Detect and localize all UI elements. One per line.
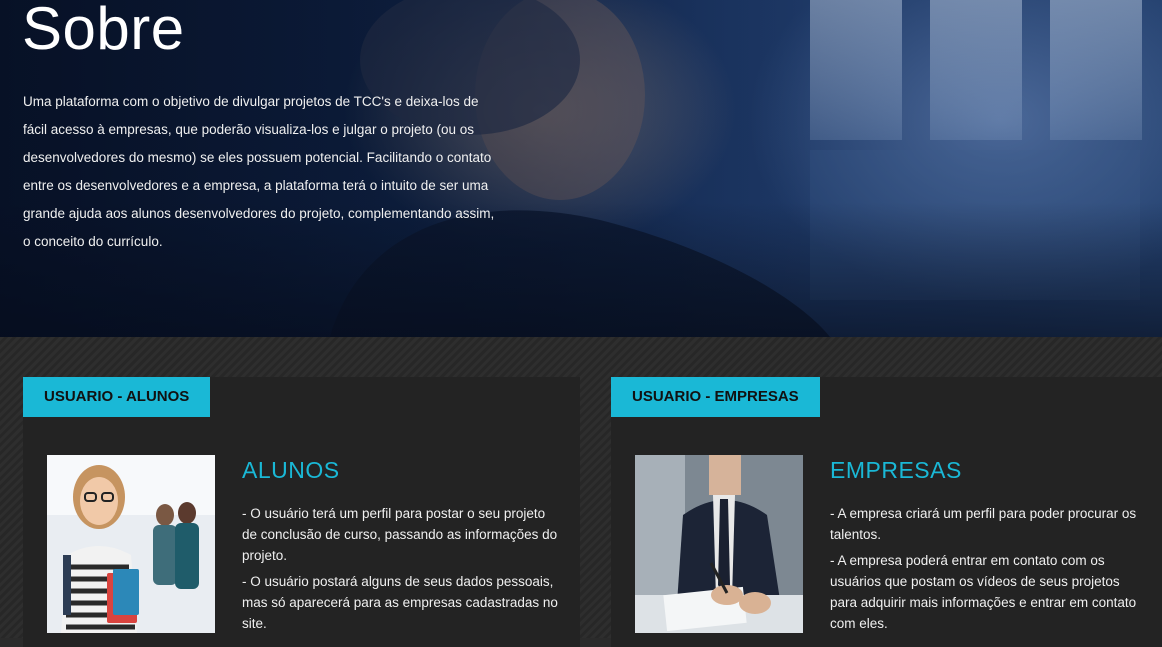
tab-usuario-alunos[interactable]: USUARIO - ALUNOS (23, 377, 211, 417)
list-item: - O usuário postará alguns de seus dados… (242, 574, 558, 631)
alunos-feature-list: - O usuário terá um perfil para postar o… (242, 503, 562, 639)
user-types-section: USUARIO - ALUNOS ALUNOS - O usuário terá… (0, 337, 1162, 647)
card-empresas: USUARIO - EMPRESAS EMPRESAS - A empresa … (611, 377, 1162, 647)
card-alunos: USUARIO - ALUNOS ALUNOS - O usuário terá… (23, 377, 580, 647)
list-item: - O usuário terá um perfil para postar o… (242, 506, 558, 563)
card-heading-alunos: ALUNOS (242, 457, 340, 483)
about-hero: Sobre Uma plataforma com o objetivo de d… (0, 0, 1162, 337)
list-item: - A empresa poderá entrar em contato com… (830, 553, 1137, 631)
card-heading-empresas: EMPRESAS (830, 457, 962, 483)
business-photo (635, 455, 803, 633)
student-photo (47, 455, 215, 633)
page-title: Sobre (22, 0, 185, 62)
empresas-feature-list: - A empresa criará um perfil para poder … (830, 503, 1150, 639)
tab-usuario-empresas[interactable]: USUARIO - EMPRESAS (611, 377, 820, 417)
list-item: - A empresa criará um perfil para poder … (830, 506, 1137, 542)
about-description: Uma plataforma com o objetivo de divulga… (23, 94, 495, 249)
